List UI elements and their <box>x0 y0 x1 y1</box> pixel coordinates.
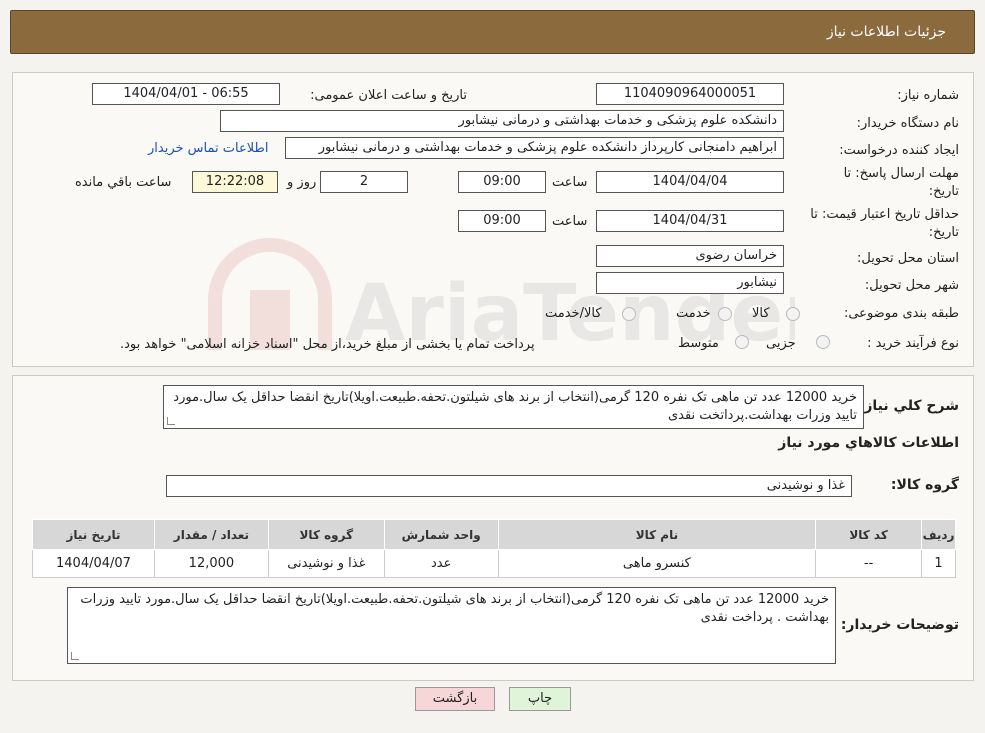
category-radio-service[interactable] <box>718 307 732 321</box>
cell-quantity: 12,000 <box>153 549 269 578</box>
category-radio-goods[interactable] <box>786 307 800 321</box>
col-goods-group: گروه کالا <box>267 519 385 550</box>
province-field: خراسان رضوی <box>596 245 784 267</box>
remaining-time-field: 12:22:08 <box>192 171 278 193</box>
table-row: 1 -- کنسرو ماهی عدد غذا و نوشیدنی 12,000… <box>32 549 956 578</box>
cell-goods-group: غذا و نوشیدنی <box>267 549 385 578</box>
purchase-option-medium: متوسط <box>678 336 719 351</box>
deadline-date-field: 1404/04/04 <box>596 171 784 193</box>
page-title: جزئیات اطلاعات نیاز <box>826 24 946 40</box>
days-label: روز و <box>287 175 317 190</box>
col-quantity: تعداد / مقدار <box>153 519 269 550</box>
purchase-type-label: نوع فرآیند خرید : <box>867 336 959 351</box>
category-option-service: خدمت <box>676 306 711 321</box>
page-header: جزئیات اطلاعات نیاز <box>10 10 975 54</box>
deadline-time-label: ساعت <box>552 175 588 190</box>
deadline-label: مهلت ارسال پاسخ: تا تاریخ: <box>843 166 959 199</box>
cell-unit: عدد <box>383 549 499 578</box>
purchase-option-minor: جزیی <box>766 336 796 351</box>
print-button[interactable]: چاپ <box>509 687 571 711</box>
buyer-notes-text: خرید 12000 عدد تن ماهی تک نفره 120 گرمی(… <box>80 592 829 625</box>
resize-grip-icon[interactable] <box>167 417 175 425</box>
buyer-notes-label: توضیحات خریدار: <box>840 617 959 633</box>
validity-time-field: 09:00 <box>458 210 546 232</box>
purchase-radio-minor[interactable] <box>816 335 830 349</box>
remaining-label: ساعت باقي مانده <box>75 175 172 190</box>
col-unit: واحد شمارش <box>383 519 499 550</box>
category-radio-goods-service[interactable] <box>622 307 636 321</box>
requester-label: ایجاد کننده درخواست: <box>839 143 959 158</box>
cell-goods-code: -- <box>815 549 923 578</box>
city-label: شهر محل تحویل: <box>864 278 959 293</box>
need-number-field: 1104090964000051 <box>596 83 784 105</box>
summary-text: خرید 12000 عدد تن ماهی تک نفره 120 گرمی(… <box>173 390 857 423</box>
buyer-org-field: دانشکده علوم پزشکی و خدمات بهداشتی و درم… <box>220 110 784 132</box>
city-field: نیشابور <box>596 272 784 294</box>
category-option-goods-service: کالا/خدمت <box>545 306 602 321</box>
purchase-note: پرداخت تمام یا بخشی از مبلغ خرید،از محل … <box>120 337 535 352</box>
table-header-row: ردیف کد کالا نام کالا واحد شمارش گروه کا… <box>32 519 956 550</box>
deadline-time-field: 09:00 <box>458 171 546 193</box>
requester-field: ابراهیم دامنجانی کارپرداز دانشکده علوم پ… <box>285 137 784 159</box>
announce-label: تاریخ و ساعت اعلان عمومی: <box>310 88 467 103</box>
back-button[interactable]: بازگشت <box>415 687 495 711</box>
buyer-org-label: نام دستگاه خریدار: <box>856 116 959 131</box>
buyer-notes-textarea: خرید 12000 عدد تن ماهی تک نفره 120 گرمی(… <box>67 587 836 664</box>
col-need-date: تاریخ نیاز <box>32 519 155 550</box>
days-remaining-field: 2 <box>320 171 408 193</box>
category-option-goods: کالا <box>752 306 770 321</box>
purchase-radio-medium[interactable] <box>735 335 749 349</box>
validity-label: حداقل تاریخ اعتبار قیمت: تا تاریخ: <box>810 207 959 240</box>
goods-info-title: اطلاعات کالاهاي مورد نياز <box>778 435 959 451</box>
summary-label: شرح کلي نياز: <box>858 398 959 414</box>
goods-group-field: غذا و نوشیدنی <box>166 475 852 497</box>
goods-table: ردیف کد کالا نام کالا واحد شمارش گروه کا… <box>32 519 956 578</box>
goods-group-label: گروه کالا: <box>890 477 959 493</box>
announce-datetime-field: 1404/04/01 - 06:55 <box>92 83 280 105</box>
resize-grip-icon[interactable] <box>71 652 79 660</box>
cell-need-date: 1404/04/07 <box>32 549 155 578</box>
validity-date-field: 1404/04/31 <box>596 210 784 232</box>
summary-textarea: خرید 12000 عدد تن ماهی تک نفره 120 گرمی(… <box>163 385 864 429</box>
col-row-number: ردیف <box>921 519 956 550</box>
cell-row-number: 1 <box>921 549 956 578</box>
col-goods-code: کد کالا <box>815 519 923 550</box>
cell-goods-name: کنسرو ماهی <box>497 549 817 578</box>
col-goods-name: نام کالا <box>497 519 817 550</box>
validity-time-label: ساعت <box>552 214 588 229</box>
province-label: استان محل تحویل: <box>857 251 959 266</box>
category-label: طبقه بندی موضوعی: <box>843 306 959 321</box>
buyer-contact-link[interactable]: اطلاعات تماس خریدار <box>148 141 268 156</box>
need-number-label: شماره نیاز: <box>897 88 959 103</box>
